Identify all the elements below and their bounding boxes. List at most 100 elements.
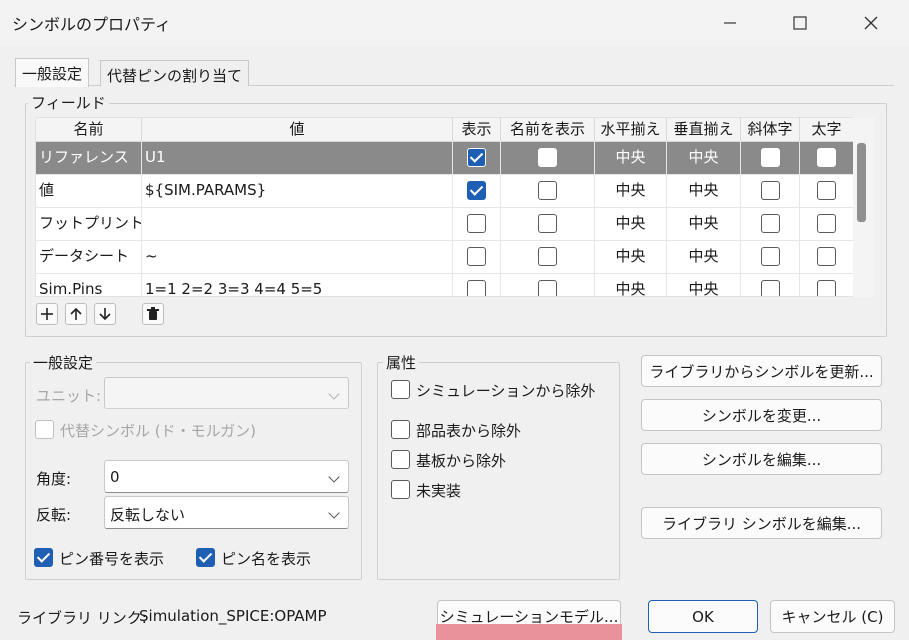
show-pin-names-checkbox[interactable] (196, 548, 215, 567)
chevron-down-icon (328, 507, 340, 519)
tab-alternate-pins[interactable]: 代替ピンの割り当て (100, 60, 250, 86)
field-italic-checkbox[interactable] (761, 214, 780, 233)
delete-field-button[interactable] (142, 303, 164, 325)
col-header-italic[interactable]: 斜体字 (741, 118, 800, 142)
col-header-show-name[interactable]: 名前を表示 (501, 118, 595, 142)
field-italic-cell (741, 142, 800, 175)
field-italic-cell (741, 241, 800, 274)
exclude-bom-checkbox[interactable] (391, 420, 410, 439)
field-show-name-checkbox[interactable] (538, 214, 557, 233)
field-name-cell[interactable]: フットプリント (36, 208, 142, 241)
field-italic-checkbox[interactable] (761, 181, 780, 200)
add-icon (41, 308, 53, 320)
field-h-align-cell[interactable]: 中央 (595, 175, 667, 208)
window-title: シンボルのプロパティ (12, 15, 172, 34)
mirror-select[interactable]: 反転しない (104, 496, 349, 529)
angle-select-value: 0 (110, 468, 120, 486)
field-italic-cell (741, 208, 800, 241)
field-h-align-cell[interactable]: 中央 (595, 241, 667, 274)
field-name-cell[interactable]: 値 (36, 175, 142, 208)
col-header-v-align[interactable]: 垂直揃え (667, 118, 741, 142)
field-show-cell (453, 241, 501, 274)
edit-symbol-button[interactable]: シンボルを編集... (641, 443, 882, 475)
unit-label: ユニット: (36, 387, 102, 405)
fields-scrollbar-thumb[interactable] (857, 143, 866, 222)
move-up-button[interactable] (65, 303, 87, 325)
library-link-label: ライブラリ リンク: (17, 609, 147, 627)
angle-select[interactable]: 0 (104, 460, 349, 493)
edit-library-symbol-button[interactable]: ライブラリ シンボルを編集... (641, 507, 882, 539)
field-show-name-checkbox[interactable] (538, 247, 557, 266)
field-name-cell[interactable]: Sim.Pins (36, 274, 142, 296)
field-italic-checkbox[interactable] (761, 247, 780, 266)
field-bold-checkbox[interactable] (817, 247, 836, 266)
col-header-bold[interactable]: 太字 (800, 118, 854, 142)
col-header-show[interactable]: 表示 (453, 118, 501, 142)
field-h-align-cell[interactable]: 中央 (595, 208, 667, 241)
field-italic-checkbox[interactable] (761, 148, 780, 167)
maximize-button[interactable] (782, 8, 818, 38)
mirror-select-value: 反転しない (110, 506, 186, 524)
field-show-name-checkbox[interactable] (538, 181, 557, 200)
field-value-cell[interactable]: ${SIM.PARAMS} (142, 175, 453, 208)
field-bold-checkbox[interactable] (817, 280, 836, 296)
close-icon (864, 16, 878, 30)
field-bold-checkbox[interactable] (817, 181, 836, 200)
field-show-checkbox[interactable] (467, 280, 486, 296)
field-show-name-cell (501, 208, 595, 241)
update-from-library-button[interactable]: ライブラリからシンボルを更新... (641, 355, 882, 387)
cancel-button[interactable]: キャンセル (C) (770, 600, 895, 633)
field-show-name-cell (501, 274, 595, 296)
move-down-button[interactable] (94, 303, 116, 325)
field-v-align-cell[interactable]: 中央 (667, 142, 741, 175)
minimize-icon (724, 22, 736, 24)
field-row[interactable]: リファレンス U1 中央 中央 (36, 142, 854, 175)
field-value-cell[interactable] (142, 208, 453, 241)
field-v-align-cell[interactable]: 中央 (667, 241, 741, 274)
field-value-cell[interactable]: ~ (142, 241, 453, 274)
field-v-align-cell[interactable]: 中央 (667, 208, 741, 241)
field-bold-checkbox[interactable] (817, 214, 836, 233)
field-row[interactable]: Sim.Pins 1=1 2=2 3=3 4=4 5=5 中央 中央 (36, 274, 854, 296)
col-header-name[interactable]: 名前 (36, 118, 142, 142)
alt-symbol-checkbox[interactable] (35, 420, 54, 439)
field-value-cell[interactable]: 1=1 2=2 3=3 4=4 5=5 (142, 274, 453, 296)
field-v-align-cell[interactable]: 中央 (667, 274, 741, 296)
field-name-cell[interactable]: リファレンス (36, 142, 142, 175)
field-show-checkbox[interactable] (467, 214, 486, 233)
field-show-checkbox[interactable] (467, 148, 486, 167)
show-pin-numbers-checkbox[interactable] (34, 548, 53, 567)
field-name-cell[interactable]: データシート (36, 241, 142, 274)
field-show-checkbox[interactable] (467, 247, 486, 266)
field-row[interactable]: フットプリント 中央 中央 (36, 208, 854, 241)
field-h-align-cell[interactable]: 中央 (595, 274, 667, 296)
col-header-h-align[interactable]: 水平揃え (595, 118, 667, 142)
close-button[interactable] (853, 8, 889, 38)
ok-button[interactable]: OK (648, 600, 758, 633)
col-header-value[interactable]: 値 (142, 118, 453, 142)
chevron-down-icon (328, 471, 340, 483)
add-field-button[interactable] (36, 303, 58, 325)
field-italic-checkbox[interactable] (761, 280, 780, 296)
field-show-checkbox[interactable] (467, 181, 486, 200)
field-value-cell[interactable]: U1 (142, 142, 453, 175)
field-show-name-checkbox[interactable] (538, 148, 557, 167)
unit-select[interactable] (104, 377, 349, 409)
tab-general[interactable]: 一般設定 (15, 58, 90, 87)
dnp-checkbox[interactable] (391, 480, 410, 499)
general-settings-title: 一般設定 (30, 352, 97, 373)
change-symbol-button[interactable]: シンボルを変更... (641, 399, 882, 431)
field-bold-cell (800, 142, 854, 175)
fields-grid[interactable]: 名前 値 表示 名前を表示 水平揃え 垂直揃え 斜体字 太字 リファレンス U1 中… (35, 117, 875, 297)
field-show-name-checkbox[interactable] (538, 280, 557, 296)
field-row[interactable]: データシート ~ 中央 中央 (36, 241, 854, 274)
field-row[interactable]: 値 ${SIM.PARAMS} 中央 中央 (36, 175, 854, 208)
exclude-board-checkbox[interactable] (391, 450, 410, 469)
field-v-align-cell[interactable]: 中央 (667, 175, 741, 208)
minimize-button[interactable] (712, 8, 748, 38)
exclude-sim-checkbox[interactable] (391, 380, 410, 399)
move-down-icon (99, 308, 111, 321)
field-h-align-cell[interactable]: 中央 (595, 142, 667, 175)
field-bold-checkbox[interactable] (817, 148, 836, 167)
exclude-board-label: 基板から除外 (416, 452, 507, 470)
